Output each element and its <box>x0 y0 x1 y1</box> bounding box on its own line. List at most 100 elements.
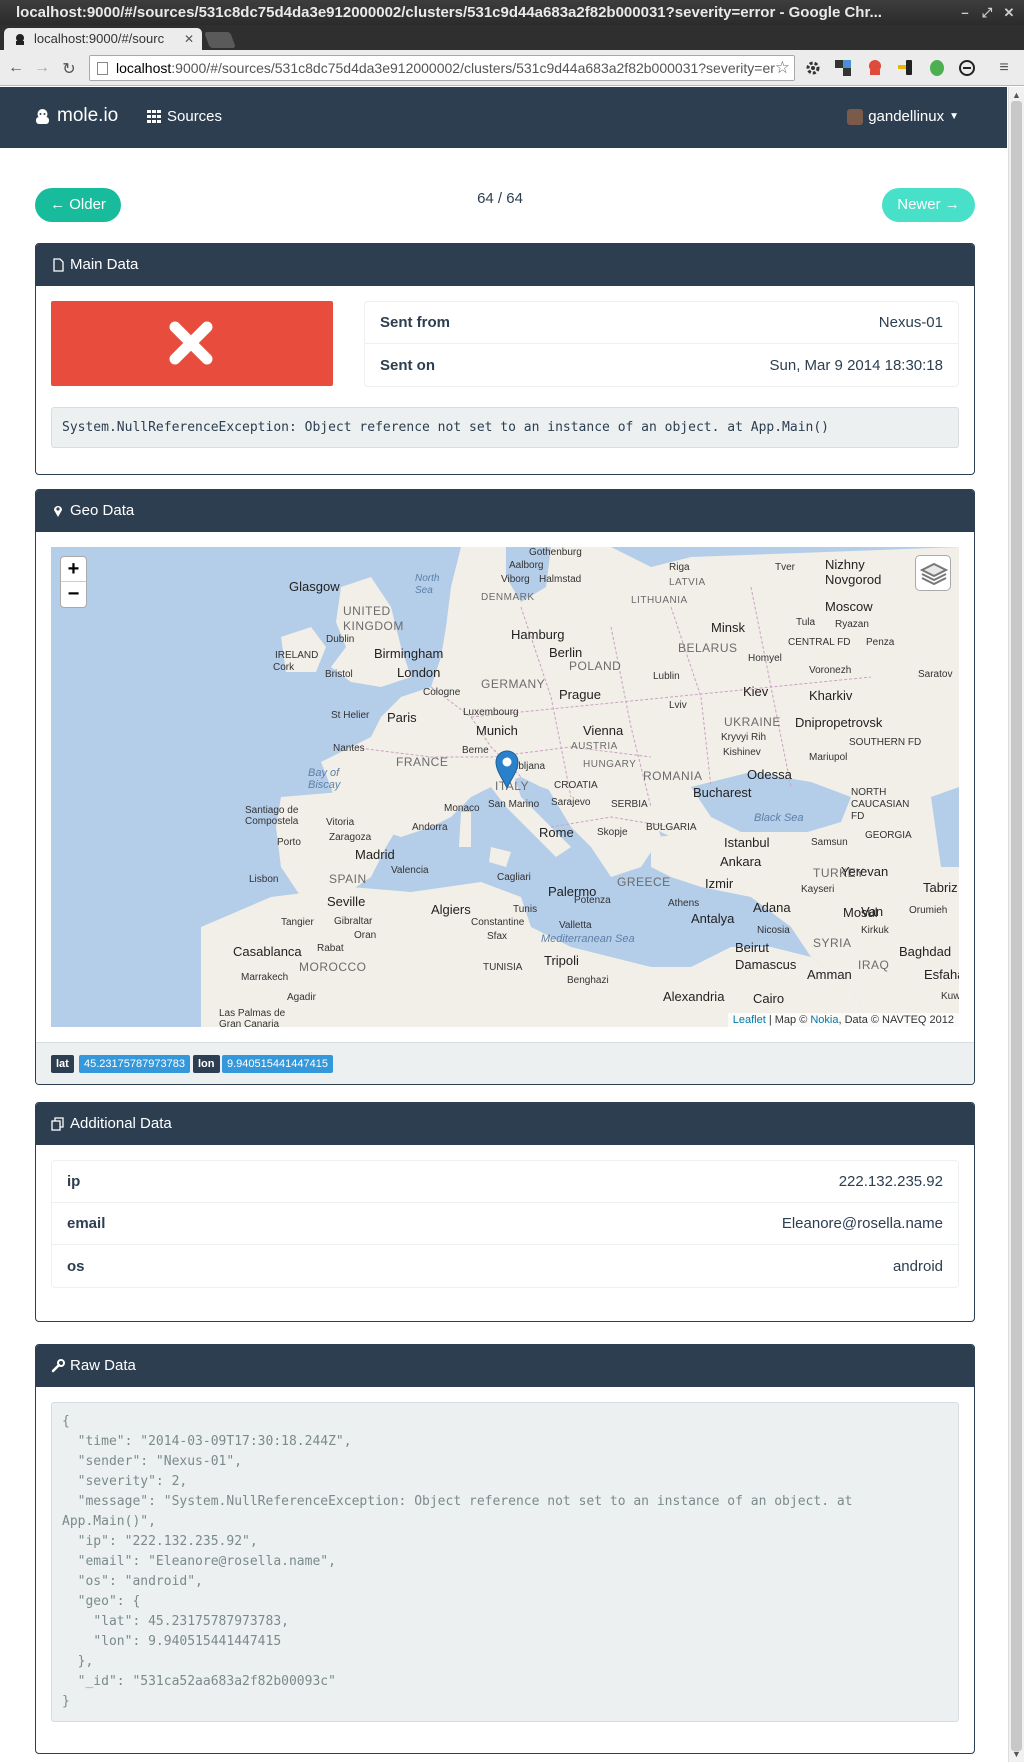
map-country-label: GREECE <box>617 875 671 889</box>
map[interactable]: Gothenburg Aalborg Viborg Halmstad Riga … <box>51 547 959 1027</box>
map-country-label: SERBIA <box>611 799 648 810</box>
maximize-icon[interactable]: ⤢ <box>980 0 994 25</box>
map-city-label: Nicosia <box>757 925 790 936</box>
map-city-label: Mosul <box>843 905 878 920</box>
grid-icon <box>147 110 161 123</box>
map-city-label: Lisbon <box>249 874 279 885</box>
older-button[interactable]: ← Older <box>35 188 121 222</box>
browser-toolbar: ← → ↻ localhost:9000/#/sources/531c8dc75… <box>0 50 1024 86</box>
nav-sources-link[interactable]: Sources <box>147 108 222 125</box>
zoom-control: + − <box>60 556 87 608</box>
map-country-label: UNITED KINGDOM <box>343 604 404 633</box>
map-country-label: AUSTRIA <box>571 741 618 752</box>
map-city-label: Skopje <box>597 827 628 838</box>
chrome-menu-icon[interactable]: ≡ <box>995 59 1013 77</box>
map-city-label: Samsun <box>811 837 848 848</box>
newer-button[interactable]: Newer → <box>882 188 975 222</box>
map-marker-pin-icon[interactable] <box>494 749 520 789</box>
lat-value: 45.23175787973783 <box>79 1055 190 1073</box>
nokia-link[interactable]: Nokia <box>810 1014 838 1026</box>
nav-sources-label: Sources <box>167 108 223 125</box>
map-sea-label: Mediterranean Sea <box>541 933 635 945</box>
map-city-label: San Marino <box>488 799 540 810</box>
map-city-label: Cologne <box>423 687 461 698</box>
map-city-label: Bristol <box>325 669 353 680</box>
os-key: os <box>67 1257 85 1275</box>
map-city-label: Luxembourg <box>463 707 519 718</box>
bookmark-star-icon[interactable]: ☆ <box>775 56 790 80</box>
map-marker-icon <box>54 506 62 517</box>
map-city-label: Hamburg <box>511 627 565 642</box>
map-city-label: Amman <box>807 967 852 982</box>
browser-tab[interactable]: localhost:9000/#/sourc ✕ <box>4 28 202 50</box>
phone-extension-icon[interactable] <box>896 59 914 77</box>
map-city-label: Cagliari <box>497 872 531 883</box>
close-window-icon[interactable]: ✕ <box>1002 0 1016 25</box>
reload-icon[interactable]: ↻ <box>60 59 78 79</box>
map-city-label: Orumieh <box>909 905 948 916</box>
map-city-label: Cairo <box>753 991 785 1006</box>
map-country-label: LATVIA <box>669 577 706 588</box>
layers-button[interactable] <box>915 555 951 591</box>
zoom-in-button[interactable]: + <box>61 557 86 582</box>
map-city-label: Tangier <box>281 917 314 928</box>
map-country-label: ROMANIA <box>643 769 703 783</box>
map-city-label: Kirkuk <box>861 925 889 936</box>
map-city-label: Voronezh <box>809 665 852 676</box>
zoom-out-button[interactable]: − <box>61 582 86 607</box>
brand-link[interactable]: mole.io <box>34 105 118 127</box>
map-city-label: Valletta <box>559 920 592 931</box>
url-rest: :9000/#/sources/531c8dc75d4da3e912000002… <box>171 60 775 76</box>
forward-arrow-icon[interactable]: → <box>33 59 51 77</box>
error-status-box <box>51 301 333 386</box>
map-city-label: Andorra <box>412 822 448 833</box>
email-value: Eleanore@rosella.name <box>781 1215 943 1232</box>
octopus-extension-icon[interactable] <box>866 59 884 77</box>
back-arrow-icon[interactable]: ← <box>7 59 25 77</box>
map-city-label: St Helier <box>331 710 370 721</box>
map-city-label: Izmir <box>705 876 734 891</box>
map-city-label: Marrakech <box>241 972 289 983</box>
main-data-table: Sent from Nexus-01 Sent on Sun, Mar 9 20… <box>364 301 959 387</box>
map-country-label: SYRIA <box>813 936 852 950</box>
map-city-label: Cork <box>273 662 295 673</box>
scroll-thumb[interactable] <box>1011 101 1022 1751</box>
map-country-label: HUNGARY <box>583 759 637 770</box>
map-country-label: POLAND <box>569 659 622 673</box>
table-row: Sent from Nexus-01 <box>365 302 958 344</box>
app-navbar: mole.io Sources gandellinux ▼ <box>0 87 1007 148</box>
address-bar[interactable]: localhost:9000/#/sources/531c8dc75d4da3e… <box>89 55 795 81</box>
tab-title: localhost:9000/#/sourc <box>34 31 165 46</box>
map-city-label: Benghazi <box>567 975 609 986</box>
map-city-label: Ryazan <box>835 619 869 630</box>
map-city-label: Lublin <box>653 671 680 682</box>
geo-data-panel: Geo Data Gothenburg Aalborg Viborg Halms… <box>35 489 975 1085</box>
evernote-leaf-icon[interactable] <box>928 59 946 77</box>
table-row: ip 222.132.235.92 <box>52 1161 958 1203</box>
mole-favicon-icon <box>16 34 24 45</box>
minimize-icon[interactable]: – <box>958 0 972 25</box>
avatar <box>847 108 864 125</box>
attribution-data: , Data © NAVTEQ 2012 <box>838 1014 954 1026</box>
settings-gear-icon[interactable] <box>804 59 822 77</box>
page-scrollbar[interactable]: ▲ ▼ <box>1008 87 1024 1762</box>
scroll-up-arrow-icon[interactable]: ▲ <box>1012 90 1021 100</box>
checker-extension-icon[interactable] <box>834 59 852 77</box>
map-country-label: SPAIN <box>329 872 367 886</box>
map-country-label: DENMARK <box>481 592 535 603</box>
new-tab-button[interactable] <box>204 32 236 48</box>
sync-extension-icon[interactable] <box>958 59 976 77</box>
scroll-down-arrow-icon[interactable]: ▼ <box>1012 1749 1021 1759</box>
map-country-label: LITHUANIA <box>631 595 688 606</box>
lon-value: 9.940515441447415 <box>222 1055 333 1073</box>
table-row: Sent on Sun, Mar 9 2014 18:30:18 <box>365 344 958 386</box>
map-city-label: Kuw <box>941 991 959 1002</box>
user-menu-toggle[interactable]: gandellinux ▼ <box>847 108 959 125</box>
map-city-label: Yerevan <box>841 864 889 879</box>
map-city-label: Seville <box>327 894 366 909</box>
raw-data-heading: Raw Data <box>36 1345 974 1387</box>
map-city-label: Constantine <box>471 917 525 928</box>
tab-close-icon[interactable]: ✕ <box>184 28 194 50</box>
leaflet-link[interactable]: Leaflet <box>733 1014 766 1026</box>
raw-data-title: Raw Data <box>70 1357 136 1374</box>
